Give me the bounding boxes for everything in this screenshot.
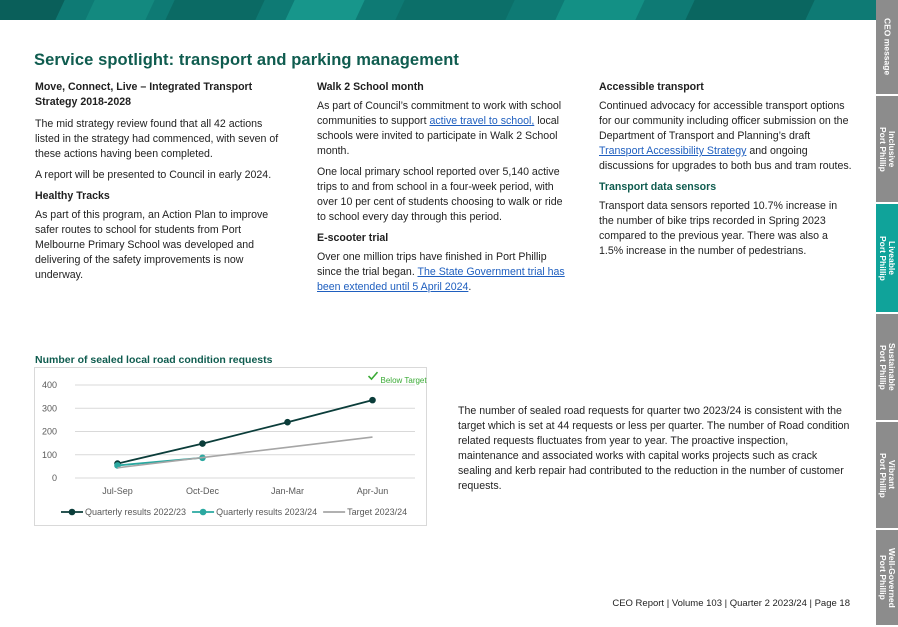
paragraph-active-trips: One local primary school reported over 5… bbox=[317, 166, 563, 223]
annotation-below-target: Below Target bbox=[381, 376, 428, 385]
legend-label: Quarterly results 2022/23 bbox=[85, 507, 186, 517]
tab-well-governed[interactable]: Well-Governed Port Phillip bbox=[876, 530, 898, 627]
series-line bbox=[117, 436, 373, 469]
accessibility-strategy-link[interactable]: Transport Accessibility Strategy bbox=[599, 145, 746, 157]
legend-marker bbox=[199, 508, 207, 516]
chart-commentary: The number of sealed road requests for q… bbox=[458, 405, 850, 492]
paragraph-healthy-tracks: As part of this program, an Action Plan … bbox=[35, 209, 269, 281]
tab-liveable[interactable]: Liveable Port Phillip bbox=[876, 204, 898, 314]
section-tabs: CEO message Inclusive Port Phillip Livea… bbox=[876, 0, 898, 627]
paragraph-transport-sensors: Transport data sensors reported 10.7% in… bbox=[599, 200, 838, 257]
page-footer: CEO Report | Volume 103 | Quarter 2 2023… bbox=[612, 598, 850, 609]
heading-healthy-tracks: Healthy Tracks bbox=[35, 190, 110, 202]
tab-inclusive[interactable]: Inclusive Port Phillip bbox=[876, 96, 898, 204]
heading-transport-sensors: Transport data sensors bbox=[599, 181, 717, 193]
x-tick-label: Oct-Dec bbox=[186, 486, 220, 496]
data-point bbox=[284, 418, 291, 426]
tab-vibrant[interactable]: Vibrant Port Phillip bbox=[876, 422, 898, 530]
paragraph-mid-strategy: The mid strategy review found that all 4… bbox=[35, 118, 279, 160]
y-tick-label: 400 bbox=[42, 380, 57, 390]
legend-label: Quarterly results 2023/24 bbox=[216, 507, 317, 517]
column-1: Move, Connect, Live – Integrated Transpo… bbox=[35, 80, 287, 283]
paragraph-report: A report will be presented to Council in… bbox=[35, 169, 272, 181]
column-2: Walk 2 School month As part of Council’s… bbox=[317, 80, 569, 295]
legend-marker bbox=[68, 508, 76, 516]
check-icon bbox=[367, 371, 379, 381]
x-tick-label: Jan-Mar bbox=[271, 486, 304, 496]
tab-sustainable[interactable]: Sustainable Port Phillip bbox=[876, 314, 898, 422]
page-title: Service spotlight: transport and parking… bbox=[34, 51, 460, 69]
heading-e-scooter: E-scooter trial bbox=[317, 232, 389, 244]
heading-integrated-transport: Move, Connect, Live – Integrated Transpo… bbox=[35, 81, 253, 108]
tab-ceo-message[interactable]: CEO message bbox=[876, 0, 898, 96]
paragraph-e-scooter: Over one million trips have finished in … bbox=[317, 251, 565, 293]
y-tick-label: 100 bbox=[42, 450, 57, 460]
x-tick-label: Apr-Jun bbox=[357, 486, 389, 496]
y-tick-label: 300 bbox=[42, 403, 57, 413]
paragraph-walk-2-school: As part of Council’s commitment to work … bbox=[317, 100, 562, 157]
paragraph-accessible-transport: Continued advocacy for accessible transp… bbox=[599, 100, 852, 172]
chart-title: Number of sealed local road condition re… bbox=[35, 354, 273, 366]
chart-svg: 0 100 200 300 400 Jul-Sep Oct-Dec Jan-Mar Apr-Ju… bbox=[42, 371, 428, 517]
legend-label: Target 2023/24 bbox=[347, 507, 407, 517]
top-banner bbox=[0, 0, 876, 20]
data-point bbox=[369, 396, 376, 404]
y-tick-label: 0 bbox=[52, 473, 57, 483]
data-point bbox=[199, 440, 206, 447]
y-tick-label: 200 bbox=[42, 427, 57, 437]
x-tick-label: Jul-Sep bbox=[102, 486, 133, 496]
column-3: Accessible transport Continued advocacy … bbox=[599, 80, 854, 259]
line-chart: 0 100 200 300 400 Jul-Sep Oct-Dec Jan-Mar Apr-Ju… bbox=[34, 367, 427, 526]
heading-accessible-transport: Accessible transport bbox=[599, 81, 704, 93]
active-travel-link[interactable]: active travel to school, bbox=[429, 115, 534, 127]
heading-walk-2-school: Walk 2 School month bbox=[317, 81, 424, 93]
